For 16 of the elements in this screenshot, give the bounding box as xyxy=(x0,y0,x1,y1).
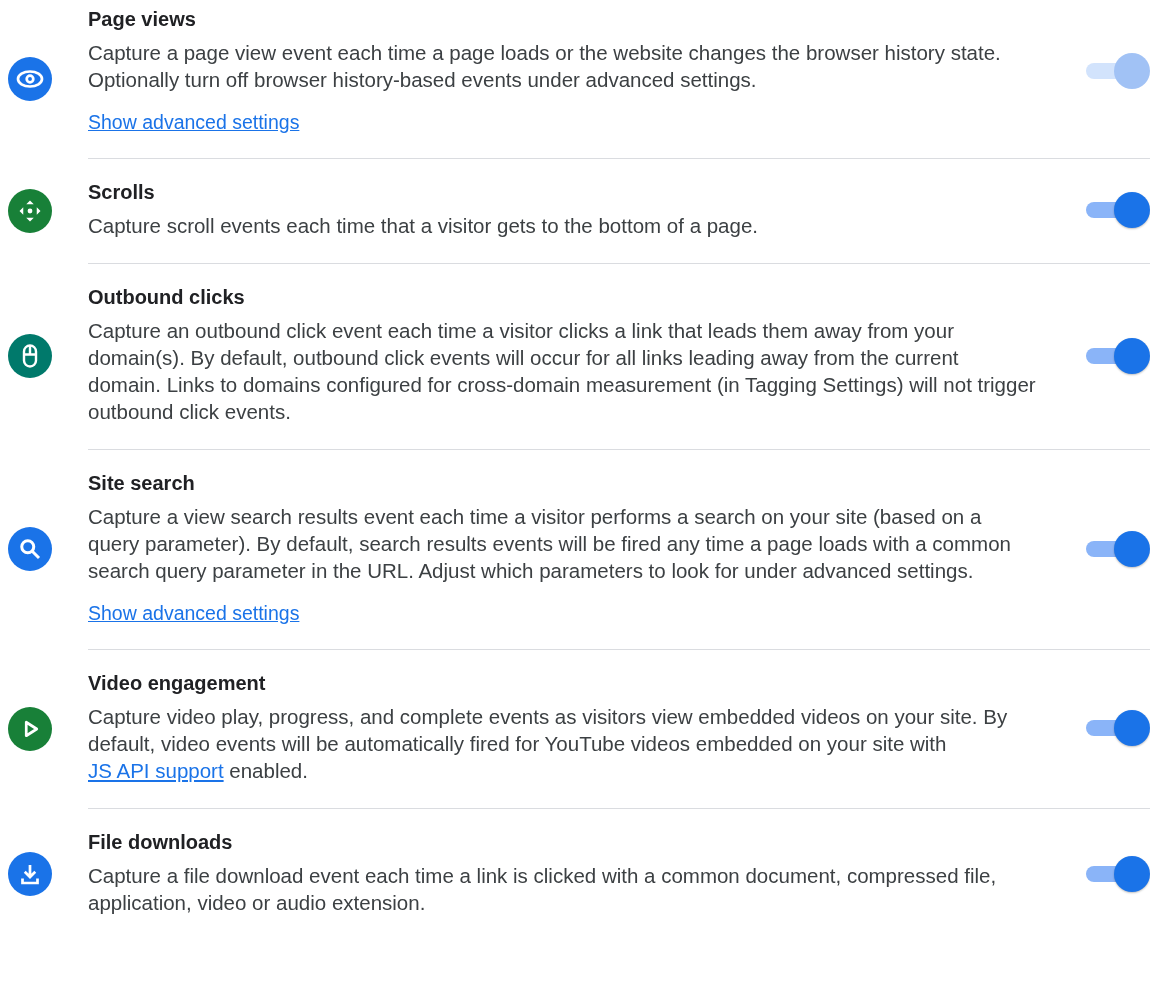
toggle-switch[interactable] xyxy=(1086,708,1150,748)
event-description: Capture scroll events each time that a visitor gets to the bottom of a page. xyxy=(88,213,760,239)
event-title: Site search xyxy=(88,472,196,495)
event-title: Page views xyxy=(88,8,197,31)
event-title: Video engagement xyxy=(88,672,267,695)
event-description: Capture a view search results event each time a visitor performs a search on your site (based on a query parameter). By default, search results events will be fired any time a page loads with a common search query parameter in the URL. Adjust which parameters to look for under advanced settings. xyxy=(88,504,1012,584)
toggle-switch[interactable] xyxy=(1086,190,1150,230)
event-title: File downloads xyxy=(88,831,234,854)
link[interactable]: JS API support xyxy=(88,759,224,782)
event-description: Capture video play, progress, and complete events as visitors view embedded videos on your site. By default, video events will be automatically fired for YouTube videos embedded on your site with JS API support enabled. xyxy=(88,704,1009,784)
event-title: Outbound clicks xyxy=(88,286,246,309)
advanced-settings-link[interactable]: Show advanced settings xyxy=(88,602,300,625)
event-description: Capture a file download event each time a link is clicked with a common document, compressed file, application, video or audio extension. xyxy=(88,863,998,916)
event-description: Capture a page view event each time a page loads or the website changes the browser history state. Optionally turn off browser history-based events under advanced settings. xyxy=(88,40,1002,93)
event-description: Capture an outbound click event each time a visitor clicks a link that leads them away from your domain(s). By default, outbound click events will occur for all links leading away from the current domain. Links to domains configured for cross-domain measurement (in Tagging Settings) will not trigger outbound click events. xyxy=(88,318,1036,425)
event-title: Scrolls xyxy=(88,181,156,204)
